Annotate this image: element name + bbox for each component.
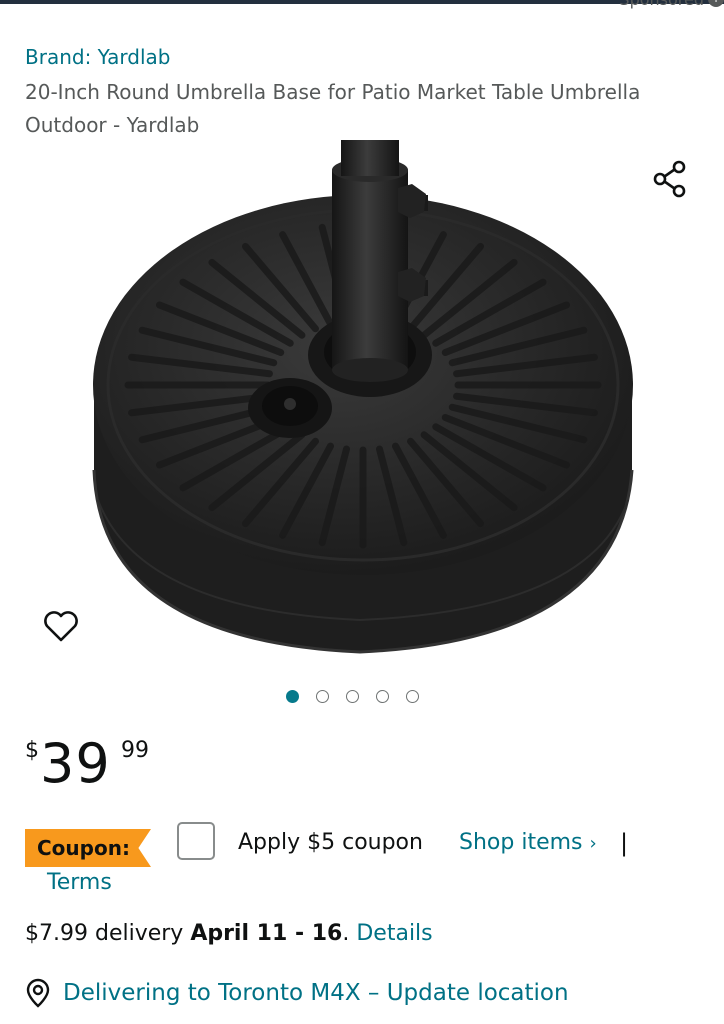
- delivery-info: $7.99 delivery April 11 - 16. Details: [25, 921, 433, 946]
- delivery-location-link[interactable]: Delivering to Toronto M4X – Update locat…: [25, 978, 569, 1008]
- shop-items-label: Shop items: [459, 830, 583, 855]
- delivery-prefix: $7.99 delivery: [25, 921, 191, 946]
- separator: |: [620, 829, 629, 857]
- share-icon: [653, 160, 686, 198]
- heart-icon: [44, 611, 78, 642]
- pagination-dot[interactable]: [346, 690, 359, 703]
- top-bar: [0, 0, 724, 4]
- delivery-details-link[interactable]: Details: [356, 921, 432, 946]
- brand-link[interactable]: Brand: Yardlab: [25, 45, 170, 69]
- pagination-dot[interactable]: [316, 690, 329, 703]
- location-pin-icon: [26, 978, 50, 1008]
- info-icon[interactable]: i: [708, 0, 724, 7]
- coupon-checkbox[interactable]: [177, 822, 215, 860]
- product-image[interactable]: [80, 140, 650, 670]
- image-pagination: [286, 690, 419, 703]
- price-whole: 39: [40, 732, 111, 795]
- pagination-dot[interactable]: [376, 690, 389, 703]
- product-title: 20-Inch Round Umbrella Base for Patio Ma…: [25, 80, 641, 137]
- delivery-dates: April 11 - 16: [190, 921, 343, 946]
- pagination-dot[interactable]: [406, 690, 419, 703]
- chevron-right-icon: ›: [589, 833, 597, 854]
- share-button[interactable]: [650, 158, 692, 200]
- location-label: Delivering to Toronto M4X – Update locat…: [63, 980, 569, 1006]
- coupon-terms-link[interactable]: Terms: [47, 870, 112, 895]
- coupon-badge: Coupon:: [25, 829, 151, 867]
- apply-coupon-label[interactable]: Apply $5 coupon: [238, 830, 423, 855]
- shop-items-link[interactable]: Shop items ›: [459, 830, 597, 855]
- sponsored-label: Sponsored: [619, 0, 704, 9]
- price-currency: $: [25, 738, 39, 763]
- pagination-dot[interactable]: [286, 690, 299, 703]
- wishlist-button[interactable]: [40, 606, 82, 646]
- price-fraction: 99: [121, 738, 149, 763]
- delivery-period: .: [342, 921, 350, 946]
